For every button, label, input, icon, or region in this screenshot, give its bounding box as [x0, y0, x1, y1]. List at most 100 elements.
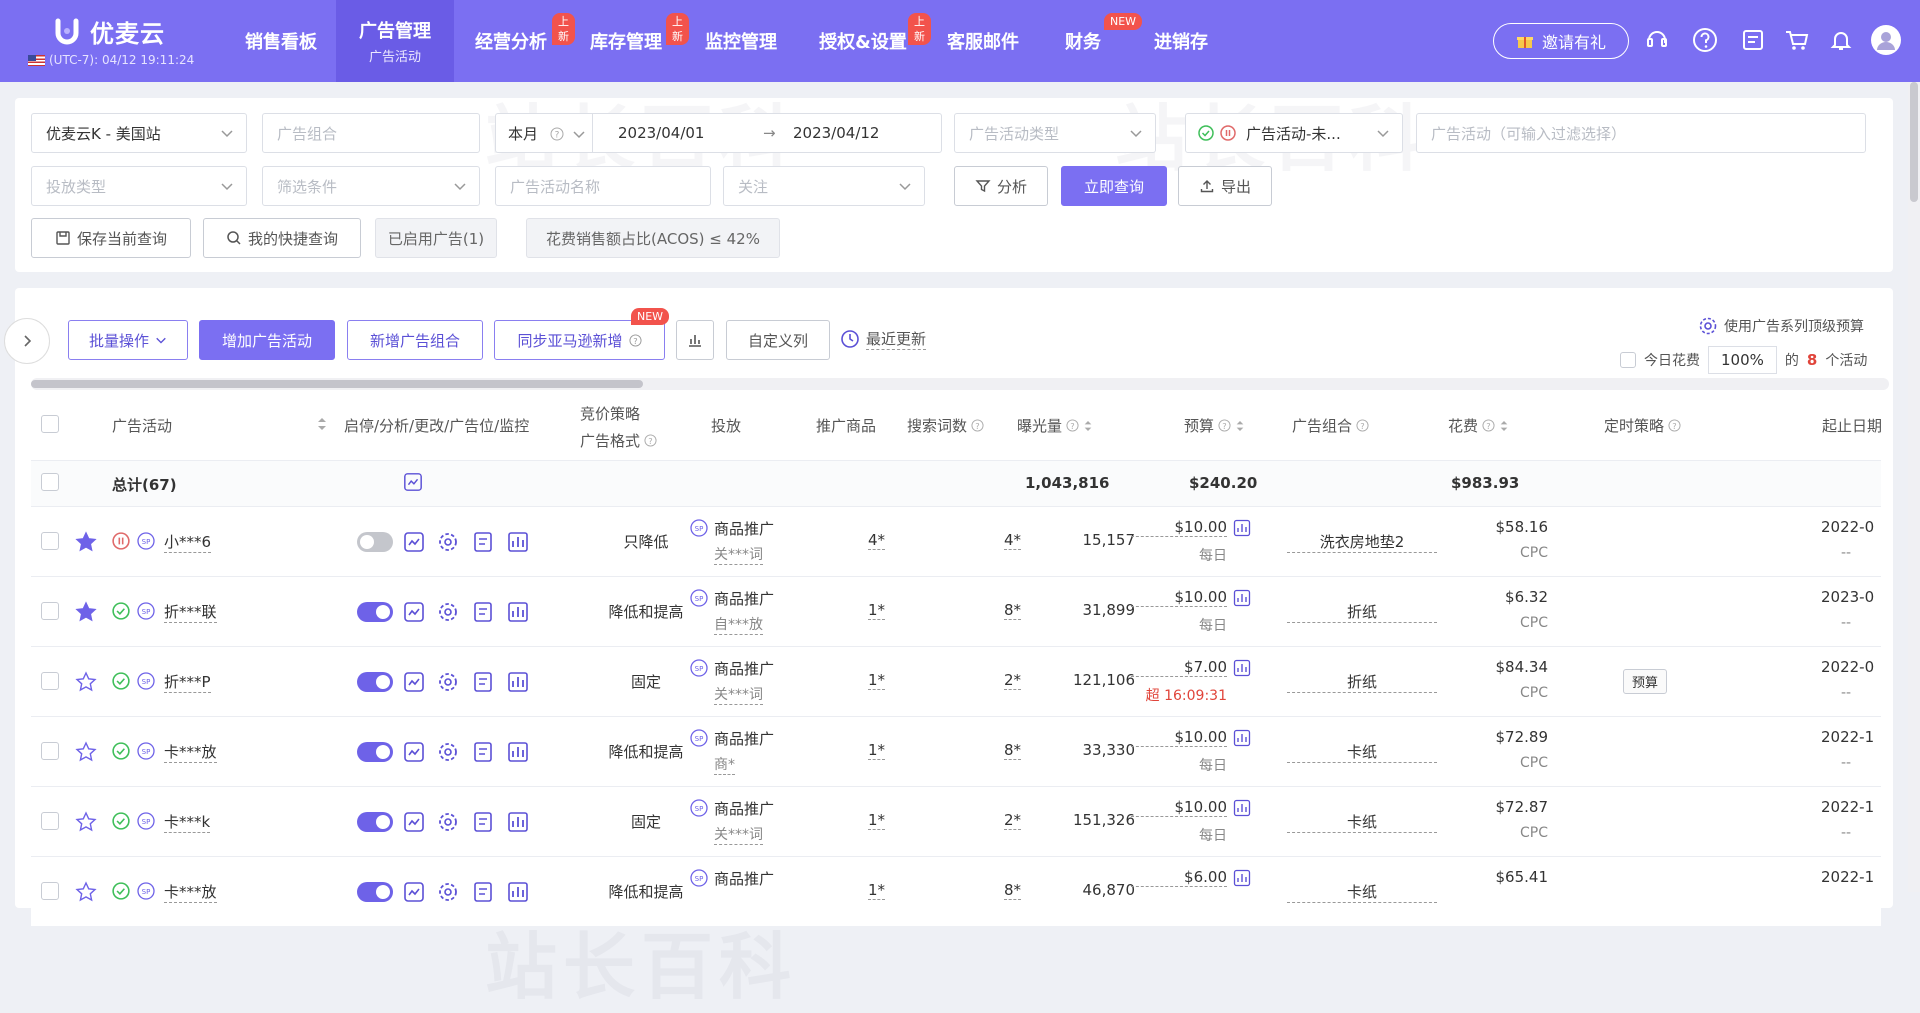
tag-enabled-ads[interactable]: 已启用广告(1): [375, 218, 497, 258]
ad-group-link[interactable]: 洗衣房地垫2: [1287, 531, 1437, 553]
product-count[interactable]: 1*: [868, 671, 886, 690]
date-end[interactable]: 2023/04/12: [793, 124, 879, 142]
delivery-target[interactable]: 关***词: [714, 544, 763, 565]
trend-icon[interactable]: [403, 671, 425, 693]
keyword-count[interactable]: 8*: [1004, 601, 1022, 620]
nav-finance[interactable]: 财务 NEW: [1038, 0, 1143, 82]
trend-icon[interactable]: [403, 472, 423, 492]
budget-value[interactable]: $10.00: [1131, 588, 1227, 607]
sort-icon[interactable]: [316, 415, 328, 433]
trend-icon[interactable]: [403, 601, 425, 623]
campaign-filter-input[interactable]: 广告活动（可输入过滤选择）: [1416, 113, 1866, 153]
tag-acos[interactable]: 花费销售额占比(ACOS) ≤ 42%: [526, 218, 780, 258]
add-campaign-button[interactable]: 增加广告活动: [199, 320, 335, 360]
col-campaign[interactable]: 广告活动: [112, 415, 172, 436]
row-checkbox[interactable]: [41, 882, 59, 900]
delivery-target[interactable]: 自***放: [714, 614, 763, 635]
gear-icon[interactable]: [437, 601, 459, 623]
enable-toggle[interactable]: [357, 742, 393, 762]
budget-value[interactable]: $10.00: [1131, 798, 1227, 817]
product-count[interactable]: 1*: [868, 601, 886, 620]
star-icon[interactable]: [75, 881, 97, 903]
gear-icon[interactable]: [437, 531, 459, 553]
placement-icon[interactable]: [472, 811, 494, 833]
monitor-icon[interactable]: [507, 811, 529, 833]
cart-icon[interactable]: [1782, 25, 1812, 55]
keyword-count[interactable]: 8*: [1004, 881, 1022, 900]
bell-icon[interactable]: [1826, 25, 1856, 55]
campaign-name-link[interactable]: 折***联: [164, 601, 217, 623]
store-select[interactable]: 优麦云K - 美国站: [31, 113, 247, 153]
budget-chart-icon[interactable]: [1233, 799, 1251, 817]
row-checkbox[interactable]: [41, 473, 59, 491]
recent-update[interactable]: 最近更新: [840, 328, 927, 350]
monitor-icon[interactable]: [507, 741, 529, 763]
campaign-name-link[interactable]: 卡***放: [164, 881, 217, 903]
trend-icon[interactable]: [403, 741, 425, 763]
budget-chart-icon[interactable]: [1233, 589, 1251, 607]
keyword-count[interactable]: 4*: [1004, 531, 1022, 550]
row-checkbox[interactable]: [41, 742, 59, 760]
star-icon[interactable]: [75, 811, 97, 833]
keyword-count[interactable]: 2*: [1004, 811, 1022, 830]
budget-setting-link[interactable]: 使用广告系列顶级预算: [1698, 316, 1864, 336]
delivery-target[interactable]: 关***词: [714, 824, 763, 845]
nav-monitoring[interactable]: 监控管理: [684, 0, 798, 82]
batch-operation-button[interactable]: 批量操作: [68, 320, 188, 360]
row-checkbox[interactable]: [41, 532, 59, 550]
campaign-name-link[interactable]: 卡***放: [164, 741, 217, 763]
campaign-name-link[interactable]: 折***P: [164, 671, 211, 693]
nav-sales-dashboard[interactable]: 销售看板: [226, 0, 336, 82]
budget-chart-icon[interactable]: [1233, 519, 1251, 537]
export-button[interactable]: 导出: [1178, 166, 1272, 206]
budget-chart-icon[interactable]: [1233, 869, 1251, 887]
placement-icon[interactable]: [472, 601, 494, 623]
ad-group-link[interactable]: 卡纸: [1287, 741, 1437, 763]
gear-icon[interactable]: [437, 671, 459, 693]
ad-group-link[interactable]: 折纸: [1287, 671, 1437, 693]
support-icon[interactable]: [1642, 25, 1672, 55]
placement-icon[interactable]: [472, 741, 494, 763]
star-icon[interactable]: [75, 741, 97, 763]
star-icon[interactable]: [75, 671, 97, 693]
monitor-icon[interactable]: [507, 881, 529, 903]
save-query-button[interactable]: 保存当前查询: [31, 218, 191, 258]
enable-toggle[interactable]: [357, 602, 393, 622]
trend-icon[interactable]: [403, 881, 425, 903]
status-select[interactable]: 广告活动-未...: [1185, 113, 1403, 153]
enable-toggle[interactable]: [357, 882, 393, 902]
delivery-target[interactable]: 商*: [714, 754, 735, 775]
keyword-count[interactable]: 8*: [1004, 741, 1022, 760]
nav-inventory[interactable]: 库存管理 上新: [568, 0, 689, 82]
product-count[interactable]: 1*: [868, 881, 886, 900]
monitor-icon[interactable]: [507, 601, 529, 623]
logo[interactable]: 优麦云: [52, 14, 165, 49]
col-spend[interactable]: 花费?: [1448, 415, 1509, 436]
sort-icon[interactable]: [1083, 418, 1093, 434]
placement-icon[interactable]: [472, 881, 494, 903]
star-icon[interactable]: [75, 601, 97, 623]
col-impressions[interactable]: 曝光量?: [1017, 415, 1093, 436]
message-icon[interactable]: [1738, 25, 1768, 55]
follow-select[interactable]: 关注: [723, 166, 925, 206]
enable-toggle[interactable]: [357, 672, 393, 692]
percent-input[interactable]: 100%: [1708, 346, 1777, 374]
budget-value[interactable]: $10.00: [1131, 518, 1227, 537]
expand-sidebar-button[interactable]: [4, 318, 50, 364]
budget-value[interactable]: $6.00: [1131, 868, 1227, 887]
campaign-name-link[interactable]: 卡***k: [164, 811, 211, 833]
ad-group-link[interactable]: 卡纸: [1287, 881, 1437, 903]
star-icon[interactable]: [75, 531, 97, 553]
analyze-button[interactable]: 分析: [954, 166, 1048, 206]
select-all-checkbox[interactable]: [41, 415, 59, 433]
budget-chart-icon[interactable]: [1233, 729, 1251, 747]
product-count[interactable]: 4*: [868, 531, 886, 550]
budget-chart-icon[interactable]: [1233, 659, 1251, 677]
trend-icon[interactable]: [403, 811, 425, 833]
col-budget[interactable]: 预算?: [1184, 415, 1245, 436]
sort-icon[interactable]: [1235, 418, 1245, 434]
date-start[interactable]: 2023/04/01: [618, 124, 704, 142]
gear-icon[interactable]: [437, 881, 459, 903]
condition-select[interactable]: 筛选条件: [262, 166, 480, 206]
custom-columns-button[interactable]: 自定义列: [726, 320, 830, 360]
